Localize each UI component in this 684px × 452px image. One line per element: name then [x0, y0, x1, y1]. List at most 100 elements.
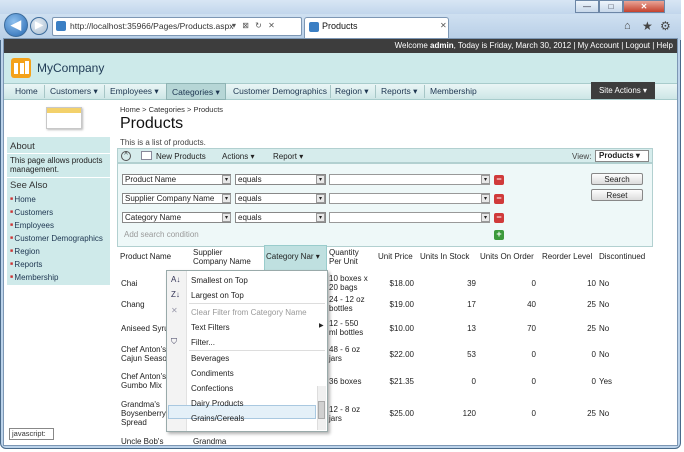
add-condition-icon[interactable]: + [494, 230, 504, 240]
dropdown-arrow-icon[interactable]: ▾ [481, 213, 490, 222]
address-tools[interactable]: ▾ ⊠ ↻ ✕ [232, 21, 277, 30]
col-header-quantity[interactable]: Quantity [329, 248, 359, 257]
site-actions-button[interactable]: Site Actions ▾ [591, 82, 655, 99]
page-description: This is a list of products. [120, 138, 206, 147]
dropdown-arrow-icon[interactable]: ▾ [481, 194, 490, 203]
cell-product-name[interactable]: Chef Anton's [121, 372, 166, 381]
maximize-button[interactable]: □ [599, 0, 623, 13]
menu-home[interactable]: Home [10, 83, 43, 100]
dropdown-arrow-icon[interactable]: ▾ [316, 194, 325, 203]
cell-product-name[interactable]: Cajun Seaso [121, 354, 167, 363]
close-window-button[interactable]: ✕ [623, 0, 665, 13]
remove-condition-icon[interactable]: − [494, 175, 504, 185]
sidebar-link-membership[interactable]: Membership [10, 273, 58, 282]
col-header-unit-price[interactable]: Unit Price [378, 252, 413, 261]
filter-value-input[interactable] [329, 212, 490, 223]
forward-button[interactable]: ▶ [30, 17, 48, 35]
cell-units-in-stock: 0 [471, 377, 476, 386]
filter-value-input[interactable] [329, 174, 490, 185]
home-icon[interactable]: ⌂ [624, 20, 631, 32]
menu-employees[interactable]: Employees ▾ [105, 83, 164, 100]
new-products-button[interactable]: New Products [156, 152, 206, 161]
cell-product-name[interactable]: Chef Anton's [121, 345, 166, 354]
tab-title[interactable]: Products [322, 21, 358, 31]
col-header-units-on-order[interactable]: Units On Order [480, 252, 534, 261]
minimize-button[interactable]: — [575, 0, 599, 13]
menu-filter[interactable]: Filter... [191, 338, 215, 347]
tab-close-icon[interactable]: ✕ [440, 21, 447, 30]
remove-condition-icon[interactable]: − [494, 194, 504, 204]
sidebar-link-customers[interactable]: Customers [10, 208, 53, 217]
sidebar-link-customer-demographics[interactable]: Customer Demographics [10, 234, 102, 243]
col-header-category-name[interactable]: Category Nar ▾ [266, 252, 320, 261]
menu-membership[interactable]: Membership [425, 83, 482, 100]
cell-product-name[interactable]: Aniseed Syru [121, 324, 169, 333]
breadcrumb-categories[interactable]: Categories [149, 105, 185, 114]
col-header-product-name[interactable]: Product Name [120, 252, 171, 261]
col-header-reorder-level[interactable]: Reorder Level [542, 252, 592, 261]
collapse-icon[interactable]: ^ [121, 151, 131, 161]
cell-product-name[interactable]: Chai [121, 279, 137, 288]
col-header-supplier[interactable]: Supplier [193, 248, 222, 257]
dropdown-arrow-icon[interactable]: ▾ [222, 175, 231, 184]
cell-product-name[interactable]: Boysenberry [121, 409, 166, 418]
cell-quantity: 36 boxes [329, 377, 362, 386]
remove-condition-icon[interactable]: − [494, 213, 504, 223]
menu-text-filters[interactable]: Text Filters [191, 323, 230, 332]
search-button[interactable]: Search [591, 173, 643, 185]
cell-unit-price: $21.35 [389, 377, 414, 386]
cell-product-name[interactable]: Gumbo Mix [121, 381, 162, 390]
back-button[interactable]: ◀ [4, 13, 28, 37]
col-header-discontinued[interactable]: Discontinued [599, 252, 645, 261]
menu-value-dairy-products[interactable]: Dairy Products [191, 399, 243, 408]
sidebar-link-reports[interactable]: Reports [10, 260, 42, 269]
sidebar-link-employees[interactable]: Employees [10, 221, 54, 230]
sidebar-link-home[interactable]: Home [10, 195, 35, 204]
filter-operator-select[interactable]: equals [235, 193, 326, 204]
filter-field-select[interactable]: Category Name [122, 212, 231, 223]
filter-field-select[interactable]: Supplier Company Name [122, 193, 231, 204]
filter-field-select[interactable]: Product Name [122, 174, 231, 185]
dropdown-arrow-icon[interactable]: ▾ [481, 175, 490, 184]
cell-product-name[interactable]: Spread [121, 418, 147, 427]
menu-value-confections[interactable]: Confections [191, 384, 233, 393]
menu-scrollbar-thumb[interactable] [318, 401, 325, 419]
dropdown-arrow-icon[interactable]: ▾ [222, 213, 231, 222]
menu-categories[interactable]: Categories ▾ [166, 83, 226, 100]
report-menu-button[interactable]: Report ▾ [273, 152, 303, 161]
favorites-star-icon[interactable]: ★ [642, 19, 653, 33]
user-links[interactable]: , Today is Friday, March 30, 2012 | My A… [454, 41, 673, 50]
menu-reports[interactable]: Reports ▾ [376, 83, 422, 100]
gear-icon[interactable]: ⚙ [660, 19, 671, 33]
menu-customer-demographics[interactable]: Customer Demographics [228, 83, 332, 100]
menu-value-beverages[interactable]: Beverages [191, 354, 229, 363]
filter-value-input[interactable] [329, 193, 490, 204]
sidebar-divider [7, 153, 110, 154]
filter-operator-select[interactable]: equals [235, 174, 326, 185]
cell-product-name[interactable]: Uncle Bob's [121, 437, 163, 445]
col-header-quantity[interactable]: Per Unit [329, 257, 358, 266]
cell-product-name[interactable]: Chang [121, 300, 145, 309]
dropdown-arrow-icon[interactable]: ▾ [222, 194, 231, 203]
col-header-supplier[interactable]: Company Name [193, 257, 251, 266]
cell-product-name[interactable]: Grandma's [121, 400, 160, 409]
menu-region[interactable]: Region ▾ [330, 83, 374, 100]
sidebar-link-region[interactable]: Region [10, 247, 39, 256]
dropdown-arrow-icon[interactable]: ▾ [316, 175, 325, 184]
new-record-icon[interactable] [141, 151, 152, 160]
view-select[interactable]: Products ▾ [595, 150, 649, 162]
menu-smallest-on-top[interactable]: Smallest on Top [191, 276, 248, 285]
menu-customers[interactable]: Customers ▾ [45, 83, 103, 100]
menu-value-condiments[interactable]: Condiments [191, 369, 234, 378]
actions-menu-button[interactable]: Actions ▾ [222, 152, 254, 161]
col-header-units-in-stock[interactable]: Units In Stock [420, 252, 469, 261]
menu-largest-on-top[interactable]: Largest on Top [191, 291, 244, 300]
cell-quantity: ml bottles [329, 328, 364, 337]
address-url[interactable]: http://localhost:35966/Pages/Products.as… [70, 21, 234, 31]
menu-value-grains-cereals[interactable]: Grains/Cereals [191, 414, 244, 423]
filter-operator-select[interactable]: equals [235, 212, 326, 223]
add-search-condition[interactable]: Add search condition [124, 230, 199, 239]
reset-button[interactable]: Reset [591, 189, 643, 201]
dropdown-arrow-icon[interactable]: ▾ [316, 213, 325, 222]
breadcrumb-home[interactable]: Home [120, 105, 140, 114]
